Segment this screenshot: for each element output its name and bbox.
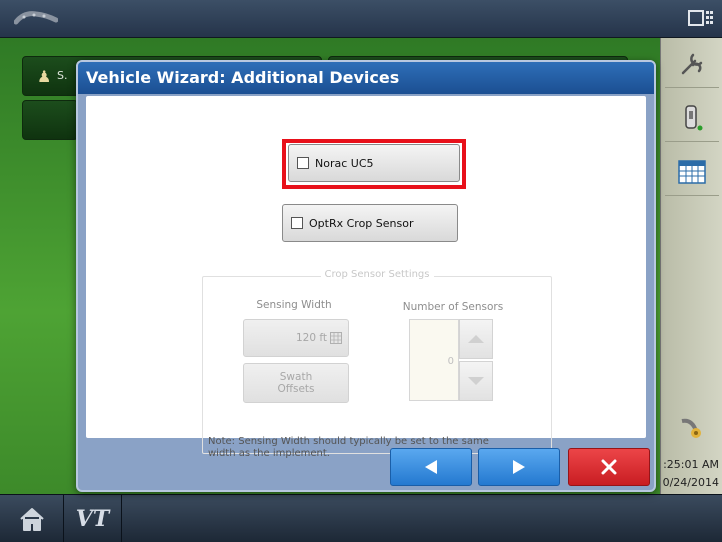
device-icon — [685, 104, 703, 130]
swath-offsets-label-line1: Swath — [279, 371, 313, 383]
vt-label: VT — [75, 506, 110, 532]
background-tile-label: S. — [57, 69, 68, 82]
satellite-dish-icon — [681, 418, 701, 438]
sensing-width-label: Sensing Width — [256, 299, 332, 311]
number-of-sensors-value: 0 — [447, 356, 454, 367]
display-layout-icon[interactable] — [688, 8, 714, 28]
sensing-width-value: 120 ft — [295, 332, 327, 344]
up-arrow-icon — [468, 335, 484, 343]
device-button[interactable] — [665, 94, 719, 142]
optrx-crop-sensor-label: OptRx Crop Sensor — [309, 216, 414, 230]
wrench-icon — [681, 53, 703, 74]
dialog-title: Vehicle Wizard: Additional Devices — [78, 62, 654, 94]
keypad-icon — [330, 332, 342, 344]
gps-antenna-icon — [14, 11, 58, 25]
sensors-increment-button[interactable] — [459, 319, 493, 359]
swath-offsets-button[interactable]: Swath Offsets — [243, 363, 349, 403]
clock-date: 0/24/2014 — [662, 476, 719, 489]
down-arrow-icon — [468, 377, 484, 385]
number-of-sensors-field[interactable]: 0 — [409, 319, 459, 401]
number-of-sensors-label: Number of Sensors — [402, 301, 504, 313]
next-button[interactable] — [478, 448, 560, 486]
highlight-box — [282, 139, 466, 189]
table-button[interactable] — [665, 148, 719, 196]
tools-button[interactable] — [665, 40, 719, 88]
screen: ♟ S.:25:01 AM 0/24/2014 VT Vehicle Wiza… — [0, 0, 722, 542]
back-arrow-icon — [425, 460, 437, 474]
virtual-terminal-button[interactable]: VT — [64, 495, 122, 542]
sensing-width-input[interactable]: 120 ft — [243, 319, 349, 357]
optrx-crop-sensor-checkbox[interactable] — [291, 217, 303, 229]
background-tile — [22, 100, 78, 140]
sensors-decrement-button[interactable] — [459, 361, 493, 401]
optrx-crop-sensor-button[interactable]: OptRx Crop Sensor — [282, 204, 458, 242]
dialog-body: Norac UC5 OptRx Crop Sensor Crop Sensor … — [86, 96, 646, 459]
note-line-1: Note: Sensing Width should typically be … — [208, 436, 489, 447]
top-status-bar — [0, 0, 722, 38]
gps-status-button[interactable] — [665, 404, 719, 452]
close-icon — [601, 459, 617, 475]
crop-sensor-settings-legend: Crop Sensor Settings — [320, 269, 434, 280]
home-button[interactable] — [0, 495, 64, 542]
bottom-bar: VT — [0, 494, 722, 542]
vehicle-wizard-dialog: Vehicle Wizard: Additional Devices Norac… — [76, 60, 656, 492]
operator-icon: ♟ — [37, 67, 52, 86]
crop-sensor-settings-group: Crop Sensor Settings Sensing Width 120 f… — [202, 269, 552, 454]
next-arrow-icon — [513, 460, 525, 474]
cancel-button[interactable] — [568, 448, 650, 486]
clock-time: :25:01 AM — [663, 458, 719, 471]
right-toolbar: :25:01 AM 0/24/2014 — [660, 38, 722, 494]
swath-offsets-label-line2: Offsets — [277, 383, 315, 395]
grid-table-icon — [678, 159, 706, 184]
back-button[interactable] — [390, 448, 472, 486]
home-icon — [19, 508, 44, 531]
